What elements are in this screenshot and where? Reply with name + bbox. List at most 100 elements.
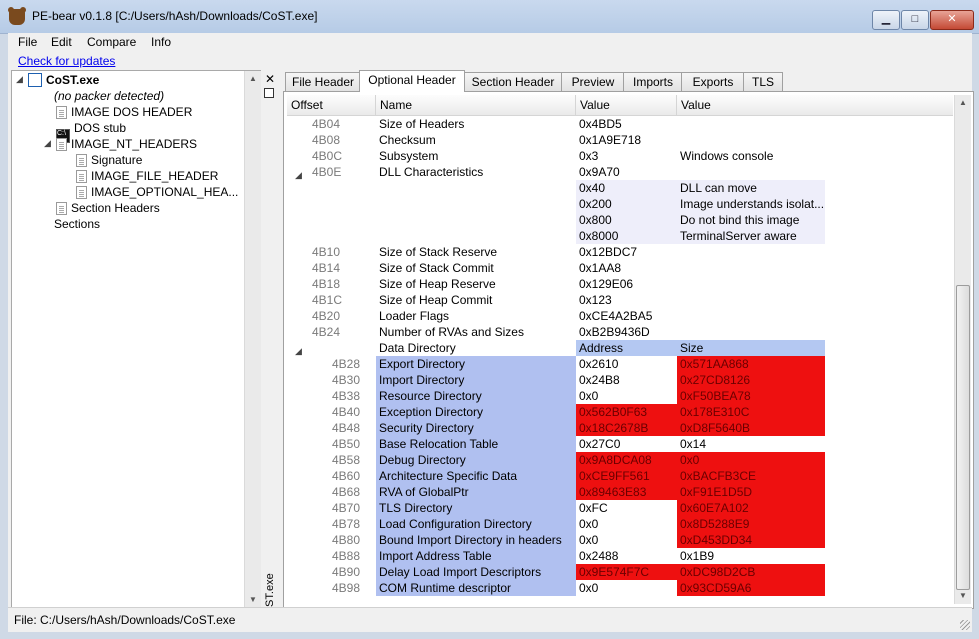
cell-val[interactable]: 0x0 bbox=[576, 580, 677, 596]
tab-tls[interactable]: TLS bbox=[743, 72, 783, 91]
table-row[interactable]: 4B1C Size of Heap Commit 0x123 bbox=[287, 292, 953, 308]
directory-row[interactable]: 4B50 Base Relocation Table 0x27C0 0x14 bbox=[287, 436, 953, 452]
flag-row[interactable]: 0x8000 TerminalServer aware bbox=[287, 228, 953, 244]
directory-row[interactable]: 4B58 Debug Directory 0x9A8DCA08 0x0 bbox=[287, 452, 953, 468]
cell-val[interactable]: 0x12BDC7 bbox=[576, 244, 677, 260]
cell-val[interactable]: 0x4BD5 bbox=[576, 116, 677, 132]
cell-name[interactable]: Size of Heap Reserve bbox=[376, 276, 576, 292]
tree-item-dos-header[interactable]: IMAGE DOS HEADER bbox=[56, 104, 192, 120]
grid-scrollbar[interactable]: ▲ ▼ bbox=[954, 95, 971, 604]
cell-val[interactable]: Address bbox=[576, 340, 677, 356]
table-row[interactable]: 4B0E DLL Characteristics 0x9A70 ◢ bbox=[287, 164, 953, 180]
table-row[interactable]: 4B10 Size of Stack Reserve 0x12BDC7 bbox=[287, 244, 953, 260]
cell-val[interactable]: 0x123 bbox=[576, 292, 677, 308]
cell-desc[interactable]: 0x178E310C bbox=[677, 404, 825, 420]
menu-edit[interactable]: Edit bbox=[51, 35, 72, 49]
cell-name[interactable]: Import Address Table bbox=[376, 548, 576, 564]
cell-val[interactable]: 0x0 bbox=[576, 532, 677, 548]
directory-row[interactable]: 4B38 Resource Directory 0x0 0xF50BEA78 bbox=[287, 388, 953, 404]
close-icon[interactable]: ✕ bbox=[265, 72, 275, 86]
tree-scrollbar[interactable]: ▲ ▼ bbox=[244, 71, 261, 608]
cell-val[interactable]: 0xFC bbox=[576, 500, 677, 516]
data-directory-row[interactable]: ◢ Data Directory Address Size bbox=[287, 340, 953, 356]
cell-val[interactable]: 0x27C0 bbox=[576, 436, 677, 452]
cell-name[interactable]: Loader Flags bbox=[376, 308, 576, 324]
float-icon[interactable] bbox=[264, 88, 274, 98]
cell-desc[interactable] bbox=[677, 116, 853, 132]
cell-val[interactable]: 0x0 bbox=[576, 388, 677, 404]
cell-name[interactable]: Size of Stack Reserve bbox=[376, 244, 576, 260]
flag-row[interactable]: 0x800 Do not bind this image bbox=[287, 212, 953, 228]
cell-desc[interactable]: 0x0 bbox=[677, 452, 825, 468]
directory-row[interactable]: 4B48 Security Directory 0x18C2678B 0xD8F564… bbox=[287, 420, 953, 436]
cell-val[interactable]: 0x1A9E718 bbox=[576, 132, 677, 148]
tree-item-nt-headers[interactable]: IMAGE_NT_HEADERS bbox=[56, 136, 197, 152]
cell-desc[interactable]: Windows console bbox=[677, 148, 853, 164]
table-row[interactable]: 4B08 Checksum 0x1A9E718 bbox=[287, 132, 953, 148]
tree-item-optional-header[interactable]: IMAGE_OPTIONAL_HEA... bbox=[76, 184, 238, 200]
cell-name[interactable]: Size of Heap Commit bbox=[376, 292, 576, 308]
cell-val[interactable]: 0x8000 bbox=[576, 228, 677, 244]
cell-name[interactable]: Security Directory bbox=[376, 420, 576, 436]
cell-name[interactable]: Delay Load Import Descriptors bbox=[376, 564, 576, 580]
cell-val[interactable]: 0x40 bbox=[576, 180, 677, 196]
table-row[interactable]: 4B0C Subsystem 0x3 Windows console bbox=[287, 148, 953, 164]
cell-val[interactable]: 0x24B8 bbox=[576, 372, 677, 388]
column-value-desc[interactable]: Value bbox=[677, 95, 953, 115]
cell-name[interactable]: Export Directory bbox=[376, 356, 576, 372]
table-row[interactable]: 4B04 Size of Headers 0x4BD5 bbox=[287, 116, 953, 132]
cell-desc[interactable]: Image understands isolat... bbox=[677, 196, 825, 212]
scroll-up-icon[interactable]: ▲ bbox=[955, 95, 971, 111]
cell-val[interactable]: 0x89463E83 bbox=[576, 484, 677, 500]
tab-exports[interactable]: Exports bbox=[681, 72, 745, 91]
cell-val[interactable]: 0x2610 bbox=[576, 356, 677, 372]
tab-preview[interactable]: Preview bbox=[561, 72, 625, 91]
table-row[interactable]: 4B24 Number of RVAs and Sizes 0xB2B9436D bbox=[287, 324, 953, 340]
maximize-button[interactable]: □ bbox=[901, 10, 929, 30]
cell-desc[interactable]: 0xD453DD34 bbox=[677, 532, 825, 548]
cell-name[interactable]: Number of RVAs and Sizes bbox=[376, 324, 576, 340]
tree-item-dos-stub[interactable]: C:\ DOS stub bbox=[56, 120, 126, 143]
cell-name[interactable]: Load Configuration Directory bbox=[376, 516, 576, 532]
cell-desc[interactable]: 0x60E7A102 bbox=[677, 500, 825, 516]
cell-val[interactable]: 0x3 bbox=[576, 148, 677, 164]
column-name[interactable]: Name bbox=[376, 95, 576, 115]
cell-val[interactable]: 0x129E06 bbox=[576, 276, 677, 292]
directory-row[interactable]: 4B68 RVA of GlobalPtr 0x89463E83 0xF91E1D5D bbox=[287, 484, 953, 500]
cell-name[interactable]: Checksum bbox=[376, 132, 576, 148]
cell-desc[interactable]: 0x8D5288E9 bbox=[677, 516, 825, 532]
scroll-down-icon[interactable]: ▼ bbox=[245, 592, 261, 608]
resize-grip-icon[interactable] bbox=[960, 620, 970, 630]
tab-section-header[interactable]: Section Header bbox=[463, 72, 563, 91]
cell-name[interactable]: TLS Directory bbox=[376, 500, 576, 516]
cell-desc[interactable]: 0x571AA868 bbox=[677, 356, 825, 372]
cell-name[interactable]: Bound Import Directory in headers bbox=[376, 532, 576, 548]
cell-desc[interactable]: 0xF50BEA78 bbox=[677, 388, 825, 404]
cell-desc[interactable]: 0xBACFB3CE bbox=[677, 468, 825, 484]
cell-val[interactable]: 0x200 bbox=[576, 196, 677, 212]
tree-item-signature[interactable]: Signature bbox=[76, 152, 142, 168]
cell-name[interactable]: Resource Directory bbox=[376, 388, 576, 404]
cell-desc[interactable]: 0x93CD59A6 bbox=[677, 580, 825, 596]
cell-desc[interactable]: Size bbox=[677, 340, 825, 356]
flag-row[interactable]: 0x40 DLL can move bbox=[287, 180, 953, 196]
flag-row[interactable]: 0x200 Image understands isolat... bbox=[287, 196, 953, 212]
directory-row[interactable]: 4B88 Import Address Table 0x2488 0x1B9 bbox=[287, 548, 953, 564]
cell-val[interactable]: 0x9E574F7C bbox=[576, 564, 677, 580]
cell-desc[interactable]: 0x1B9 bbox=[677, 548, 825, 564]
tab-imports[interactable]: Imports bbox=[623, 72, 683, 91]
tree-expand-icon[interactable]: ◢ bbox=[16, 74, 23, 85]
cell-name[interactable]: Base Relocation Table bbox=[376, 436, 576, 452]
cell-val[interactable]: 0xB2B9436D bbox=[576, 324, 677, 340]
cell-name[interactable]: Debug Directory bbox=[376, 452, 576, 468]
directory-row[interactable]: 4B40 Exception Directory 0x562B0F63 0x178E3… bbox=[287, 404, 953, 420]
cell-val[interactable]: 0x800 bbox=[576, 212, 677, 228]
directory-row[interactable]: 4B30 Import Directory 0x24B8 0x27CD8126 bbox=[287, 372, 953, 388]
cell-desc[interactable]: DLL can move bbox=[677, 180, 825, 196]
cell-val[interactable]: 0x9A70 bbox=[576, 164, 677, 180]
cell-val[interactable]: 0xCE4A2BA5 bbox=[576, 308, 677, 324]
tab-file-header[interactable]: File Header bbox=[285, 72, 361, 91]
scroll-down-icon[interactable]: ▼ bbox=[955, 588, 971, 604]
cell-val[interactable]: 0xCE9FF561 bbox=[576, 468, 677, 484]
tree-item-section-headers[interactable]: Section Headers bbox=[56, 200, 160, 216]
